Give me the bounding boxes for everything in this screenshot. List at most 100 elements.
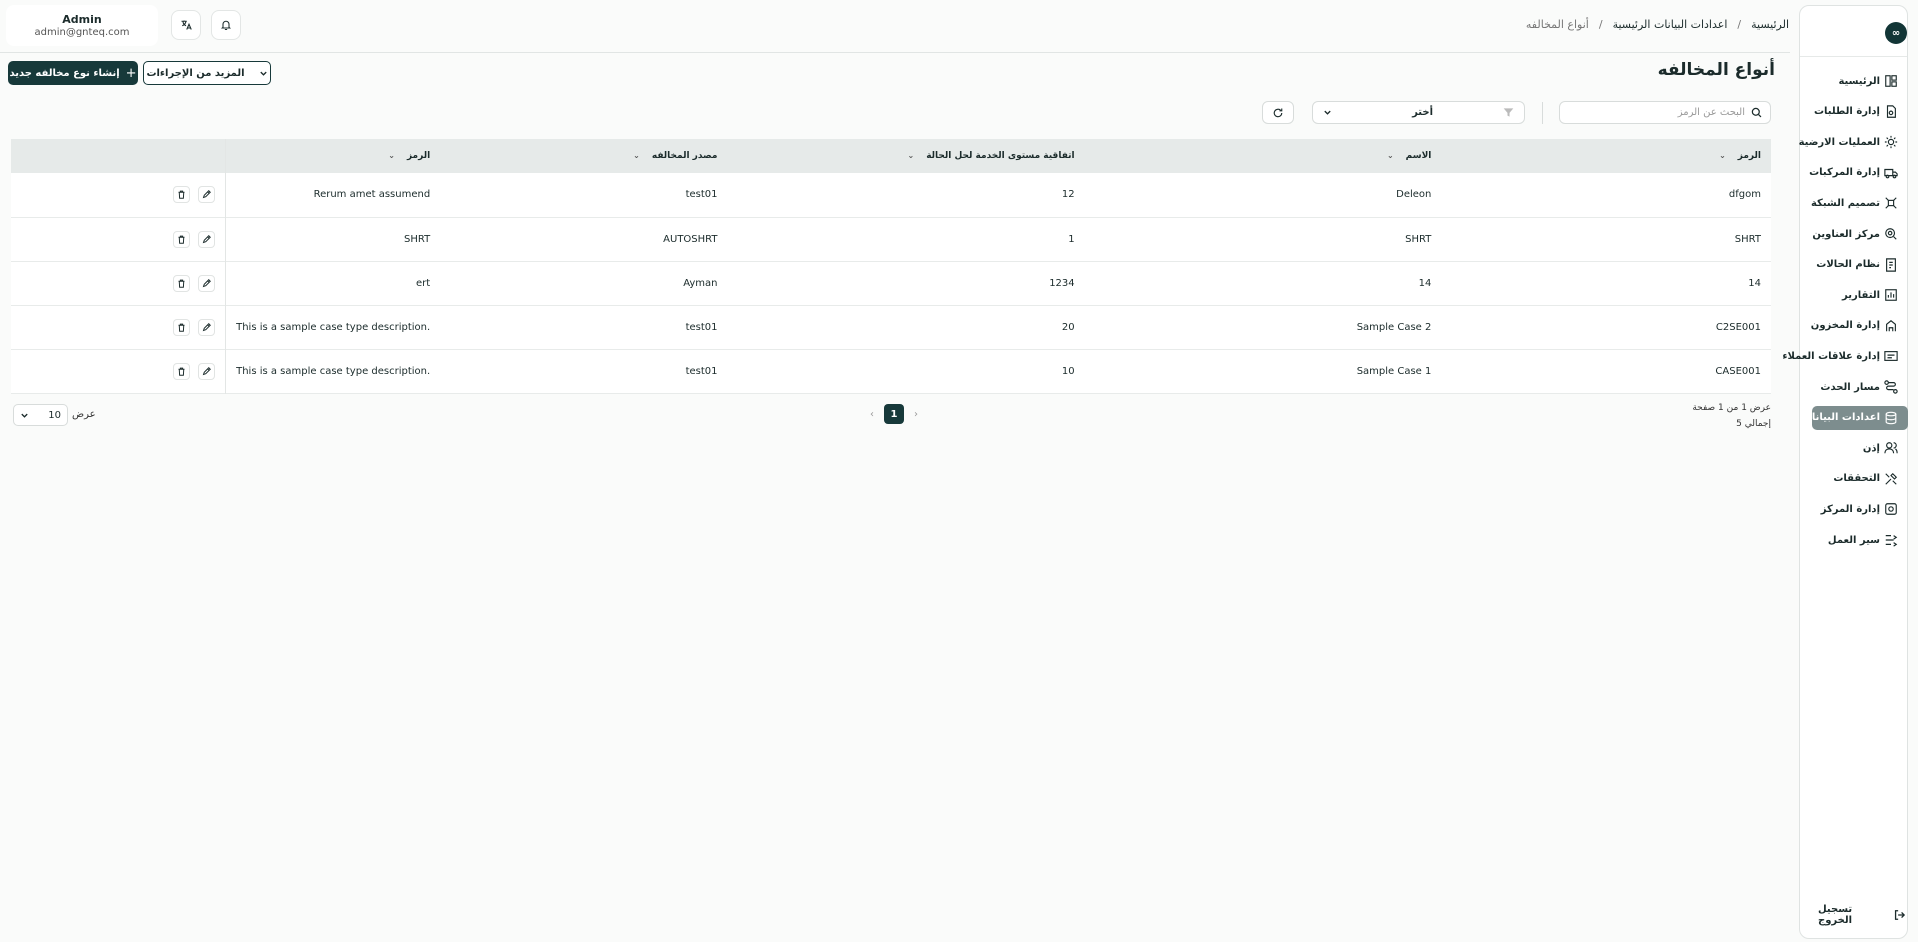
delete-button[interactable] [173,274,191,292]
row-actions [11,349,227,393]
sidebar-item-label: التقارير [1842,289,1880,301]
notifications-button[interactable] [211,10,241,40]
breadcrumb-master-data[interactable]: اعدادات البيانات الرئيسية [1613,18,1728,31]
sidebar-item-hub[interactable]: إدارة المركز [1812,497,1908,521]
edit-button[interactable] [198,274,216,292]
sidebar-item-dashboard[interactable]: الرئيسية [1812,69,1908,93]
sidebar-divider [1800,56,1907,57]
toolbar-divider [1542,102,1543,124]
cell-sla: 12 [1061,189,1075,201]
row-actions [11,261,227,305]
sidebar-item-label: الرئيسية [1838,75,1880,87]
sidebar-item-label: إدارة المركز [1820,503,1880,515]
column-header-source[interactable]: مصدر المخالفه⌄ [440,139,727,173]
chevron-down-icon: ⌄ [907,151,915,160]
chevron-right-icon[interactable]: › [914,409,918,420]
cell-description: ert [416,277,431,289]
create-violation-type-button[interactable]: إنشاء نوع مخالفه جديد + [8,61,138,85]
page-title: أنواع المخالفه [1657,60,1775,80]
column-header-name[interactable]: الاسم⌄ [1085,139,1442,173]
cell-name: Sample Case 2 [1356,321,1432,333]
workflow-icon [1885,535,1898,547]
logout-icon [1895,910,1906,920]
column-header-actions [11,139,227,173]
row-actions [11,305,227,349]
cell-name: 14 [1418,277,1432,289]
language-button[interactable] [171,10,201,40]
sidebar-item-route[interactable]: مسار الحدث [1812,375,1908,399]
table-header-row: الرمز⌄ الاسم⌄ اتفاقية مستوى الخدمة لحل ا… [11,139,1771,173]
edit-button[interactable] [198,230,216,248]
chevron-down-icon [21,413,28,418]
breadcrumb-separator: / [1737,18,1742,31]
sidebar-item-cases[interactable]: نظام الحالات [1812,253,1908,277]
violation-types-table: الرمز⌄ الاسم⌄ اتفاقية مستوى الخدمة لحل ا… [11,139,1771,394]
cell-source: AUTOSHRT [663,233,718,245]
user-profile-card[interactable]: Admin admin@gnteq.com [6,5,158,46]
sidebar-item-label: مسار الحدث [1820,381,1880,393]
sidebar-item-truck[interactable]: إدارة المركبات [1809,161,1908,185]
trash-icon [178,235,185,244]
table-row[interactable]: 14 14 1234 Ayman ert [11,261,1771,305]
trash-icon [178,279,185,288]
chevron-down-icon: ⌄ [388,151,395,160]
table-row[interactable]: dfgom Deleon 12 test01 Rerum amet assumend [11,173,1771,217]
breadcrumb-current: أنواع المخالفه [1525,18,1589,31]
sidebar-item-database[interactable]: اعدادات البيانات [1802,405,1908,430]
sidebar-item-label: إدارة الطلبات [1813,106,1880,118]
sidebar-item-reports[interactable]: التقارير [1812,283,1908,307]
delete-button[interactable] [173,318,191,336]
sidebar-item-label: إذن [1862,442,1880,454]
chevron-left-icon[interactable]: ‹ [870,409,874,420]
orders-icon [1886,104,1896,118]
refresh-button[interactable] [1262,101,1294,124]
cell-code: C2SE001 [1715,321,1761,333]
search-input[interactable] [1575,107,1745,118]
delete-button[interactable] [173,362,191,380]
delete-button[interactable] [173,186,191,204]
sidebar-item-location[interactable]: مركز العناوين [1812,222,1908,246]
filter-select[interactable]: أختر [1312,101,1525,124]
sidebar-item-inventory[interactable]: إدارة المخزون [1810,314,1908,338]
per-page-select[interactable]: 10 [13,404,68,426]
edit-button[interactable] [198,318,216,336]
chevron-down-icon [1324,110,1331,115]
column-header-description[interactable]: الرمز⌄ [226,139,441,173]
app-logo-icon[interactable]: ∞ [1885,22,1907,44]
edit-button[interactable] [198,186,216,204]
table-row[interactable]: SHRT SHRT 1 AUTOSHRT SHRT [11,217,1771,261]
table-row[interactable]: C2SE001 Sample Case 2 20 test01 This is a sa… [11,305,1771,349]
pencil-icon [202,322,212,331]
column-header-sla[interactable]: اتفاقية مستوى الخدمة لحل الحالة⌄ [728,139,1085,173]
search-icon [1751,107,1762,118]
chevron-down-icon [259,71,267,76]
page-button-1[interactable]: 1 [884,404,904,424]
sidebar-item-orders[interactable]: إدارة الطلبات [1812,100,1908,124]
pager: ‹ 1 › [870,404,918,424]
sidebar-item-label: إدارة المخزون [1810,320,1880,332]
sidebar-item-crm[interactable]: إدارة علاقات العملاء [1782,344,1908,368]
breadcrumb-home[interactable]: الرئيسية [1751,18,1789,31]
cell-code: CASE001 [1715,365,1761,377]
row-actions [11,217,227,261]
edit-button[interactable] [198,362,216,380]
sidebar-item-tools[interactable]: التحققات [1812,467,1908,491]
delete-button[interactable] [173,230,191,248]
sidebar-item-users[interactable]: إذن [1812,436,1908,460]
pencil-icon [202,190,212,199]
cell-source: test01 [685,321,718,333]
cell-description: SHRT [403,233,431,245]
sidebar-item-ground-ops[interactable]: العمليات الارضية [1799,130,1908,154]
cell-description: Rerum amet assumend [313,189,431,201]
sidebar-item-label: العمليات الارضية [1798,136,1880,148]
dashboard-icon [1885,75,1897,87]
sidebar-item-network[interactable]: تصميم الشبكة [1811,191,1908,215]
search-box[interactable] [1559,101,1771,124]
more-actions-button[interactable]: المزيد من الإجراءات [143,61,271,85]
plus-icon: + [125,65,137,81]
per-page-label: عرض [72,409,96,420]
column-header-code[interactable]: الرمز⌄ [1441,139,1771,173]
table-row[interactable]: CASE001 Sample Case 1 10 test01 This is a sa… [11,349,1771,393]
sidebar-item-workflow[interactable]: سير العمل [1812,528,1908,552]
logout-button[interactable]: تسجيل الخروج [1818,904,1907,926]
